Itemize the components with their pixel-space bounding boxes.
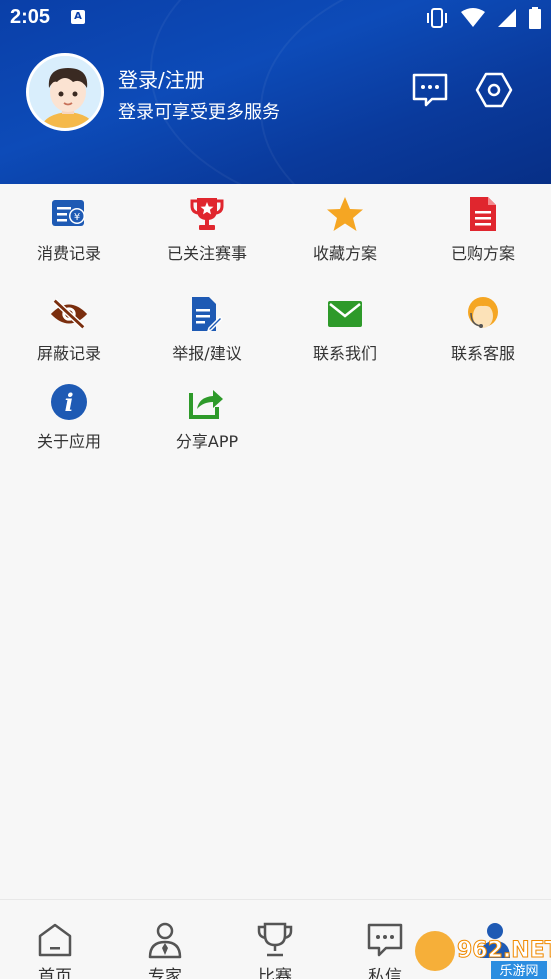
tab-label: 首页 [38,967,72,979]
menu-item-followed-matches[interactable]: 已关注赛事 [138,194,276,264]
edit-document-icon [187,294,227,334]
trophy-icon [255,920,295,960]
menu-item-purchased[interactable]: 已购方案 [414,194,551,264]
notification-a-icon: A [71,10,85,24]
menu-item-contact-us[interactable]: 联系我们 [276,294,414,364]
menu-item-label: 关于应用 [36,432,101,451]
tab-label: 专家 [148,967,182,979]
message-icon [365,920,405,960]
status-icons [425,7,541,29]
watermark-subtext: 乐游网 [499,964,538,979]
status-time: 2:05 [10,6,51,28]
expert-icon [145,920,185,960]
support-agent-icon [463,294,503,334]
settings-button[interactable] [474,70,514,110]
tab-home[interactable]: 首页 [0,900,110,979]
svg-text:¥: ¥ [74,212,80,223]
profile-header: 2:05 A 登录/注册 登录可享受更多服务 [0,0,551,184]
menu-item-favorites[interactable]: 收藏方案 [276,194,414,264]
chat-bubble-icon [412,73,448,107]
menu-item-label: 收藏方案 [312,244,377,263]
menu-item-label: 联系我们 [312,344,377,363]
battery-icon [529,7,541,29]
menu-item-label: 屏蔽记录 [36,344,101,363]
star-icon [325,194,365,234]
avatar-boy-icon [29,56,101,128]
menu-item-label: 已购方案 [450,244,515,263]
menu-item-blocked[interactable]: 屏蔽记录 [0,294,138,364]
watermark-logo: 962.NET 乐游网 [411,919,551,979]
menu-item-label: 联系客服 [450,344,515,363]
tab-label: 比赛 [258,967,292,979]
trophy-icon [187,194,227,234]
receipt-icon: ¥ [49,194,89,234]
settings-hexagon-icon [475,72,513,108]
menu-item-customer-service[interactable]: 联系客服 [414,294,551,364]
eye-off-icon [49,294,89,334]
status-bar: 2:05 A [0,0,551,38]
document-icon [463,194,503,234]
vibrate-icon [427,8,447,28]
menu-item-report[interactable]: 举报/建议 [138,294,276,364]
watermark-text: 962.NET [457,938,551,963]
menu-item-label: 举报/建议 [172,344,242,363]
mail-icon [325,294,365,334]
menu-item-label: 消费记录 [36,244,101,263]
signal-icon [498,9,516,27]
menu-item-share[interactable]: 分享APP [138,382,276,452]
tab-match[interactable]: 比赛 [220,900,330,979]
share-icon [187,382,227,422]
menu-item-label: 分享APP [175,432,239,451]
login-register-link[interactable]: 登录/注册 [118,64,205,93]
menu-item-label: 已关注赛事 [166,244,247,263]
svg-text:i: i [64,388,73,417]
home-icon [35,920,75,960]
menu-item-about[interactable]: i 关于应用 [0,382,138,452]
avatar[interactable] [26,53,104,131]
messages-button[interactable] [410,70,450,110]
wifi-icon [461,8,485,27]
tab-expert[interactable]: 专家 [110,900,220,979]
login-subtitle: 登录可享受更多服务 [118,102,280,123]
menu-item-consumption[interactable]: ¥ 消费记录 [0,194,138,264]
info-icon: i [49,382,89,422]
